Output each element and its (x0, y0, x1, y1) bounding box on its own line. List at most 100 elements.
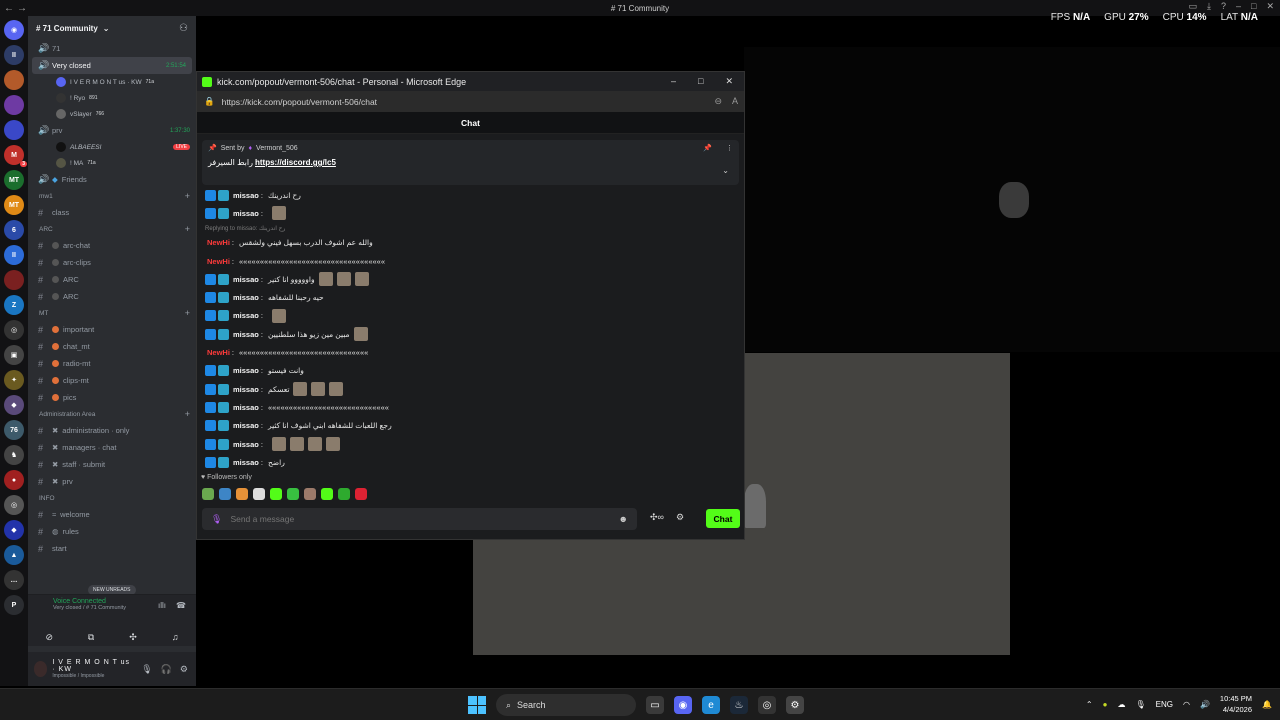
pinned-link[interactable]: https://discord.gg/lc5 (255, 158, 336, 167)
activities-icon[interactable]: ✣ (129, 632, 137, 643)
minimize-icon[interactable]: – (671, 76, 676, 87)
unpin-icon[interactable]: 📌 (703, 144, 712, 152)
windows-start-icon[interactable] (468, 696, 486, 714)
emote[interactable] (355, 488, 367, 500)
chat-message[interactable]: NewHi: ««««««««««««««««««««««««««««««« (205, 343, 735, 361)
file-explorer-icon[interactable]: ▭ (646, 696, 664, 714)
server-icon-16[interactable]: ● (4, 470, 24, 490)
noise-suppression-icon[interactable]: ıllı (158, 601, 166, 610)
category-mt[interactable]: MT + (28, 305, 196, 321)
chat-message[interactable]: missao: راضح (205, 453, 735, 471)
add-channel-icon[interactable]: + (185, 409, 190, 419)
channel-rules[interactable]: # ◍ rules (28, 523, 196, 540)
maximize-icon[interactable]: □ (698, 76, 703, 87)
chat-username[interactable]: missao (233, 275, 259, 284)
chat-message[interactable]: missao: رجع اللعبات للشفاهه ابني اشوف انا… (205, 417, 735, 435)
soundboard-icon[interactable]: ♫ (172, 632, 179, 643)
channel-welcome[interactable]: # ≈ welcome (28, 506, 196, 523)
chat-username[interactable]: missao (233, 403, 259, 412)
chat-username[interactable]: NewHi (207, 238, 230, 247)
voice-user[interactable]: ALBAEESI LIVE (28, 139, 196, 155)
voice-user[interactable]: ! MA 71a (28, 155, 196, 171)
chat-message[interactable]: missao: وانت فيستو (205, 362, 735, 380)
server-icon-9[interactable]: Z (4, 295, 24, 315)
notifications-icon[interactable]: 🔔 (1262, 700, 1272, 709)
channel-clips-mt[interactable]: # clips-mt (28, 372, 196, 389)
server-icon-18[interactable]: ◆ (4, 520, 24, 540)
chat-username[interactable]: missao (233, 366, 259, 375)
server-icon-7[interactable]: II (4, 245, 24, 265)
channel-arc-chat[interactable]: # arc-chat (28, 237, 196, 254)
channel-class[interactable]: # class (28, 204, 196, 221)
voice-user[interactable]: ! Ryo 891 (28, 90, 196, 106)
app-icon[interactable]: ◎ (758, 696, 776, 714)
voice-user[interactable]: vSlayer 766 (28, 106, 196, 122)
settings-gear-icon[interactable]: ⚙ (786, 696, 804, 714)
add-channel-icon[interactable]: + (185, 308, 190, 318)
server-header[interactable]: # 71 Community ⌄ ⚇ (28, 16, 196, 40)
mic-icon[interactable]: 🎙 (211, 514, 222, 525)
server-icon-2[interactable] (4, 70, 24, 90)
chat-username[interactable]: missao (233, 311, 259, 320)
points-icon[interactable]: ✣∞ (650, 512, 664, 523)
download-icon[interactable]: ⤓ (1207, 1, 1211, 12)
disconnect-icon[interactable]: ☎ (176, 601, 186, 610)
emote[interactable] (321, 488, 333, 500)
chat-message[interactable]: missao: مبين مين زيو هذا سلطنيين (205, 325, 735, 343)
chat-message[interactable]: NewHi: والله عم اشوف الدرب بسهل فيني ولشق… (205, 234, 735, 252)
discord-icon[interactable]: ◉ (674, 696, 692, 714)
category-mw1[interactable]: mw1 + (28, 188, 196, 204)
channel-administration-only[interactable]: # ✖ administration · only (28, 422, 196, 439)
emote[interactable] (304, 488, 316, 500)
inbox-icon[interactable]: ▭ (1188, 1, 1197, 12)
volume-icon[interactable]: 🔊 (1200, 700, 1210, 709)
server-icon-3[interactable] (4, 95, 24, 115)
server-icon-20[interactable]: … (4, 570, 24, 590)
server-icon-mt[interactable]: MT (4, 170, 24, 190)
chat-message[interactable]: missao: تعسكم (205, 380, 735, 398)
help-icon[interactable]: ? (1221, 1, 1226, 12)
channel-start[interactable]: # start (28, 540, 196, 557)
emote[interactable] (270, 488, 282, 500)
chat-input-box[interactable]: 🎙 ☻ (202, 508, 637, 530)
channel-radio-mt[interactable]: # radio-mt (28, 355, 196, 372)
server-icon-11[interactable]: ▣ (4, 345, 24, 365)
channel-prv[interactable]: # ✖ prv (28, 473, 196, 490)
channel-arc-2[interactable]: # ARC (28, 288, 196, 305)
server-icon-1[interactable]: II (4, 45, 24, 65)
chat-settings-gear-icon[interactable]: ⚙ (676, 512, 684, 523)
pinned-user[interactable]: Vermont_506 (256, 145, 298, 152)
emote[interactable] (202, 488, 214, 500)
close-icon[interactable]: ✕ (725, 76, 733, 87)
chat-username[interactable]: missao (233, 385, 259, 394)
emote[interactable] (338, 488, 350, 500)
chat-username[interactable]: missao (233, 421, 259, 430)
voice-channel-friends[interactable]: 🔊 ◆ Friends (28, 171, 196, 188)
server-icon-17[interactable]: ◎ (4, 495, 24, 515)
send-chat-button[interactable]: Chat (706, 509, 740, 528)
add-channel-icon[interactable]: + (185, 224, 190, 234)
server-icon-10[interactable]: ◎ (4, 320, 24, 340)
chat-username[interactable]: missao (233, 191, 259, 200)
camera-off-icon[interactable]: ⊘ (45, 632, 53, 643)
server-icon-4[interactable] (4, 120, 24, 140)
chat-message[interactable]: missao: (205, 435, 735, 453)
server-icon-p[interactable]: P (4, 595, 24, 615)
cloud-icon[interactable]: ☁ (1117, 700, 1125, 709)
voice-channel-very-closed[interactable]: 🔊 Very closed 2:51:54 (32, 57, 192, 74)
voice-channel-prv[interactable]: 🔊 prv 1:37:30 (28, 122, 196, 139)
channel-important[interactable]: # important (28, 321, 196, 338)
discord-home-icon[interactable]: ◉ (4, 20, 24, 40)
tray-app-icon[interactable]: ● (1103, 700, 1108, 709)
chat-message[interactable]: missao: واووووو انا كتير (205, 270, 735, 288)
clock[interactable]: 10:45 PM 4/4/2026 (1220, 693, 1252, 715)
chat-message[interactable]: missao: حيه رحبنا للشفاهه (205, 288, 735, 306)
category-administration[interactable]: Administration Area + (28, 406, 196, 422)
server-icon-13[interactable]: ◆ (4, 395, 24, 415)
pinned-message[interactable]: 📌 Sent by ♦ Vermont_506 📌 ⋮ رابط السيرفر… (202, 140, 739, 185)
headphones-icon[interactable]: 🎧 (161, 664, 172, 675)
more-options-icon[interactable]: ⋮ (726, 144, 733, 152)
chat-message[interactable]: missao: (205, 204, 735, 222)
mic-icon[interactable]: 🎙 (141, 664, 152, 675)
minimize-icon[interactable]: – (1236, 1, 1241, 12)
